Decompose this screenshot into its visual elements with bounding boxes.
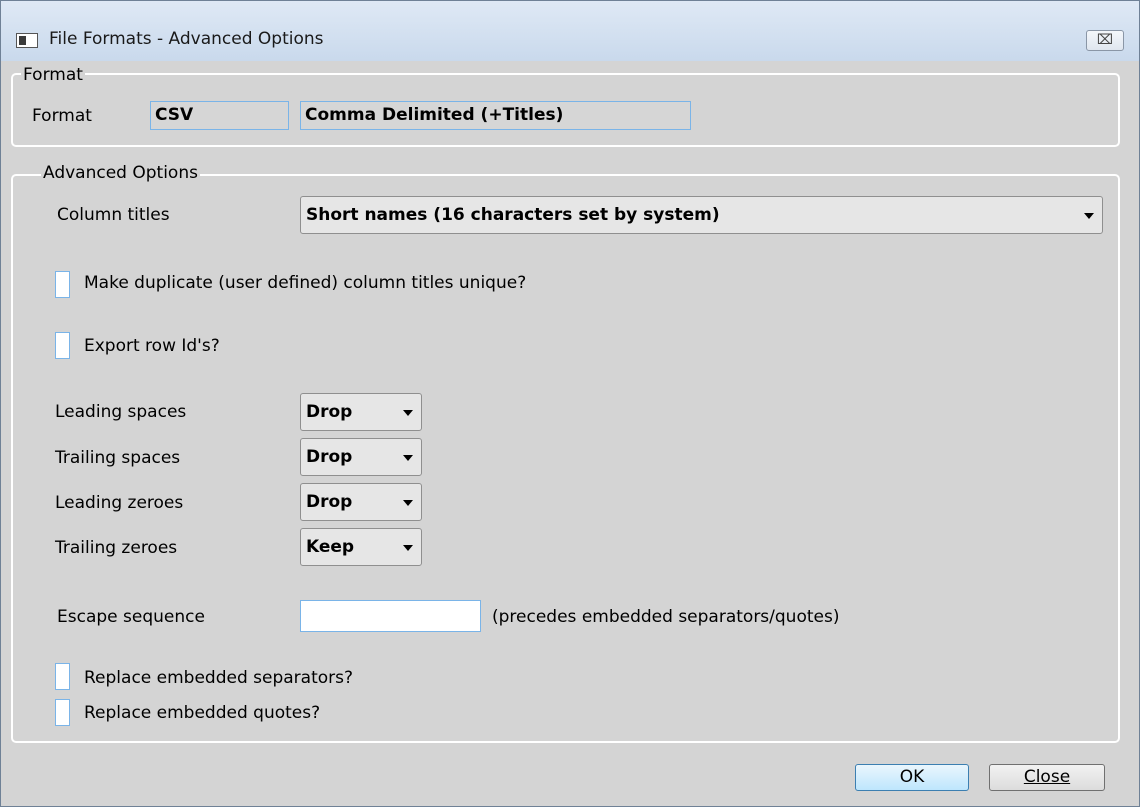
chevron-down-icon [403,545,413,551]
replace-quotes-checkbox[interactable] [55,699,70,726]
leading-zeroes-select[interactable]: Drop [300,483,422,521]
make-unique-checkbox[interactable] [55,271,70,298]
dialog-window: File Formats - Advanced Options ⌧ Format… [0,0,1140,807]
format-label: Format [32,106,92,126]
button-bar: OK Close [1,746,1139,806]
window-close-button[interactable]: ⌧ [1086,30,1124,51]
column-titles-value: Short names (16 characters set by system… [306,205,720,225]
trailing-spaces-label: Trailing spaces [55,448,181,468]
export-row-ids-checkbox[interactable] [55,332,70,359]
title-bar[interactable]: File Formats - Advanced Options ⌧ [1,1,1139,61]
leading-zeroes-value: Drop [306,492,353,512]
dialog-body: Format Format CSV Comma Delimited (+Titl… [9,62,1133,746]
advanced-options-title: Advanced Options [41,163,200,183]
leading-spaces-select[interactable]: Drop [300,393,422,431]
column-titles-label: Column titles [57,205,170,225]
app-icon [16,33,38,48]
escape-sequence-label: Escape sequence [57,607,205,627]
format-description-field: Comma Delimited (+Titles) [300,101,691,130]
leading-zeroes-label: Leading zeroes [55,493,184,513]
format-code-field: CSV [150,101,289,130]
leading-spaces-value: Drop [306,402,353,422]
chevron-down-icon [1084,213,1094,219]
column-titles-select[interactable]: Short names (16 characters set by system… [300,196,1103,234]
replace-separators-label: Replace embedded separators? [84,668,354,688]
trailing-zeroes-label: Trailing zeroes [55,538,178,558]
close-button-label: Close [1023,767,1071,787]
escape-sequence-hint: (precedes embedded separators/quotes) [492,607,840,627]
ok-button[interactable]: OK [855,764,969,791]
trailing-zeroes-value: Keep [306,537,355,557]
chevron-down-icon [403,455,413,461]
chevron-down-icon [403,410,413,416]
leading-spaces-label: Leading spaces [55,402,187,422]
trailing-spaces-select[interactable]: Drop [300,438,422,476]
close-button[interactable]: Close [989,764,1105,791]
window-title: File Formats - Advanced Options [49,29,324,49]
replace-separators-checkbox[interactable] [55,663,70,690]
export-row-ids-label: Export row Id's? [84,336,220,356]
chevron-down-icon [403,500,413,506]
format-group-title: Format [21,65,85,85]
trailing-spaces-value: Drop [306,447,353,467]
replace-quotes-label: Replace embedded quotes? [84,703,321,723]
trailing-zeroes-select[interactable]: Keep [300,528,422,566]
make-unique-label: Make duplicate (user defined) column tit… [84,273,527,293]
escape-sequence-input[interactable] [300,600,481,632]
